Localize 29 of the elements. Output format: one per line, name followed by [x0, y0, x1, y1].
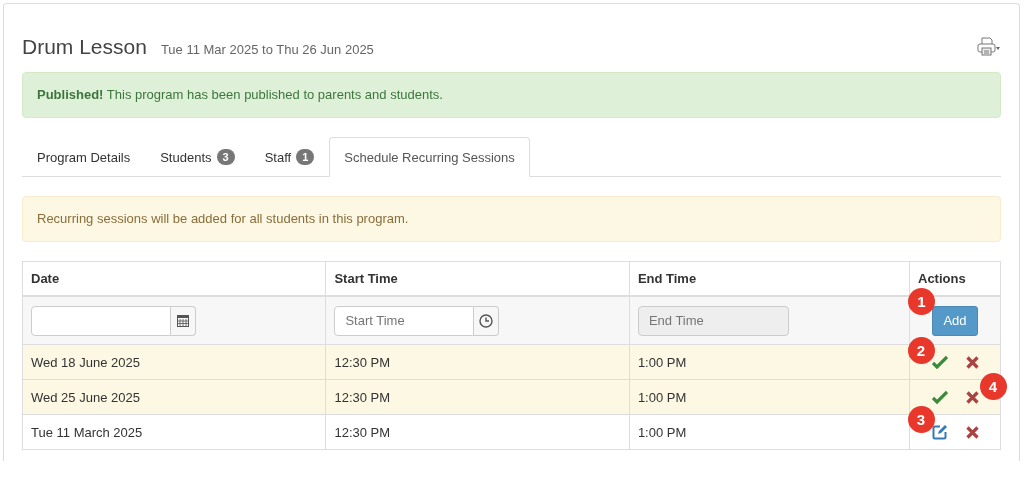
count-badge: 3: [216, 149, 235, 165]
table-cell: 1:00 PM: [629, 379, 910, 415]
table-cell: 1:00 PM: [629, 344, 910, 380]
date-field[interactable]: [31, 305, 196, 336]
table-cell: Tue 11 March 2025: [22, 414, 326, 450]
table-cell: 12:30 PM: [325, 344, 630, 380]
callout-badge: 1: [908, 287, 935, 315]
tab[interactable]: Staff 1: [249, 137, 330, 177]
table-cell: Wed 25 June 2025: [22, 379, 326, 415]
date-range: Tue 11 Mar 2025 to Thu 26 Jun 2025: [160, 42, 374, 57]
check-icon[interactable]: [931, 355, 948, 369]
edit-icon[interactable]: [931, 424, 948, 440]
table-cell: 12:30 PM: [325, 379, 630, 415]
page-title: Drum Lesson: [22, 35, 147, 59]
close-icon[interactable]: [965, 390, 979, 404]
table-cell: 12:30 PM: [325, 414, 630, 450]
printer-icon[interactable]: [977, 37, 1001, 57]
tab[interactable]: Schedule Recurring Sessions: [329, 137, 530, 177]
check-icon[interactable]: [931, 390, 948, 404]
clock-icon[interactable]: [479, 313, 494, 328]
warning-alert: Recurring sessions will be added for all students in this program.: [22, 196, 1001, 242]
close-icon[interactable]: [965, 355, 979, 369]
calendar-icon[interactable]: [177, 314, 189, 327]
count-badge: 1: [296, 149, 315, 165]
success-alert: Published! This program has been published to parents and students.: [22, 72, 1001, 118]
tab[interactable]: Program Details: [22, 137, 146, 177]
close-icon[interactable]: [965, 425, 979, 439]
tab[interactable]: Students 3: [145, 137, 250, 177]
table-cell: Wed 18 June 2025: [22, 344, 326, 380]
